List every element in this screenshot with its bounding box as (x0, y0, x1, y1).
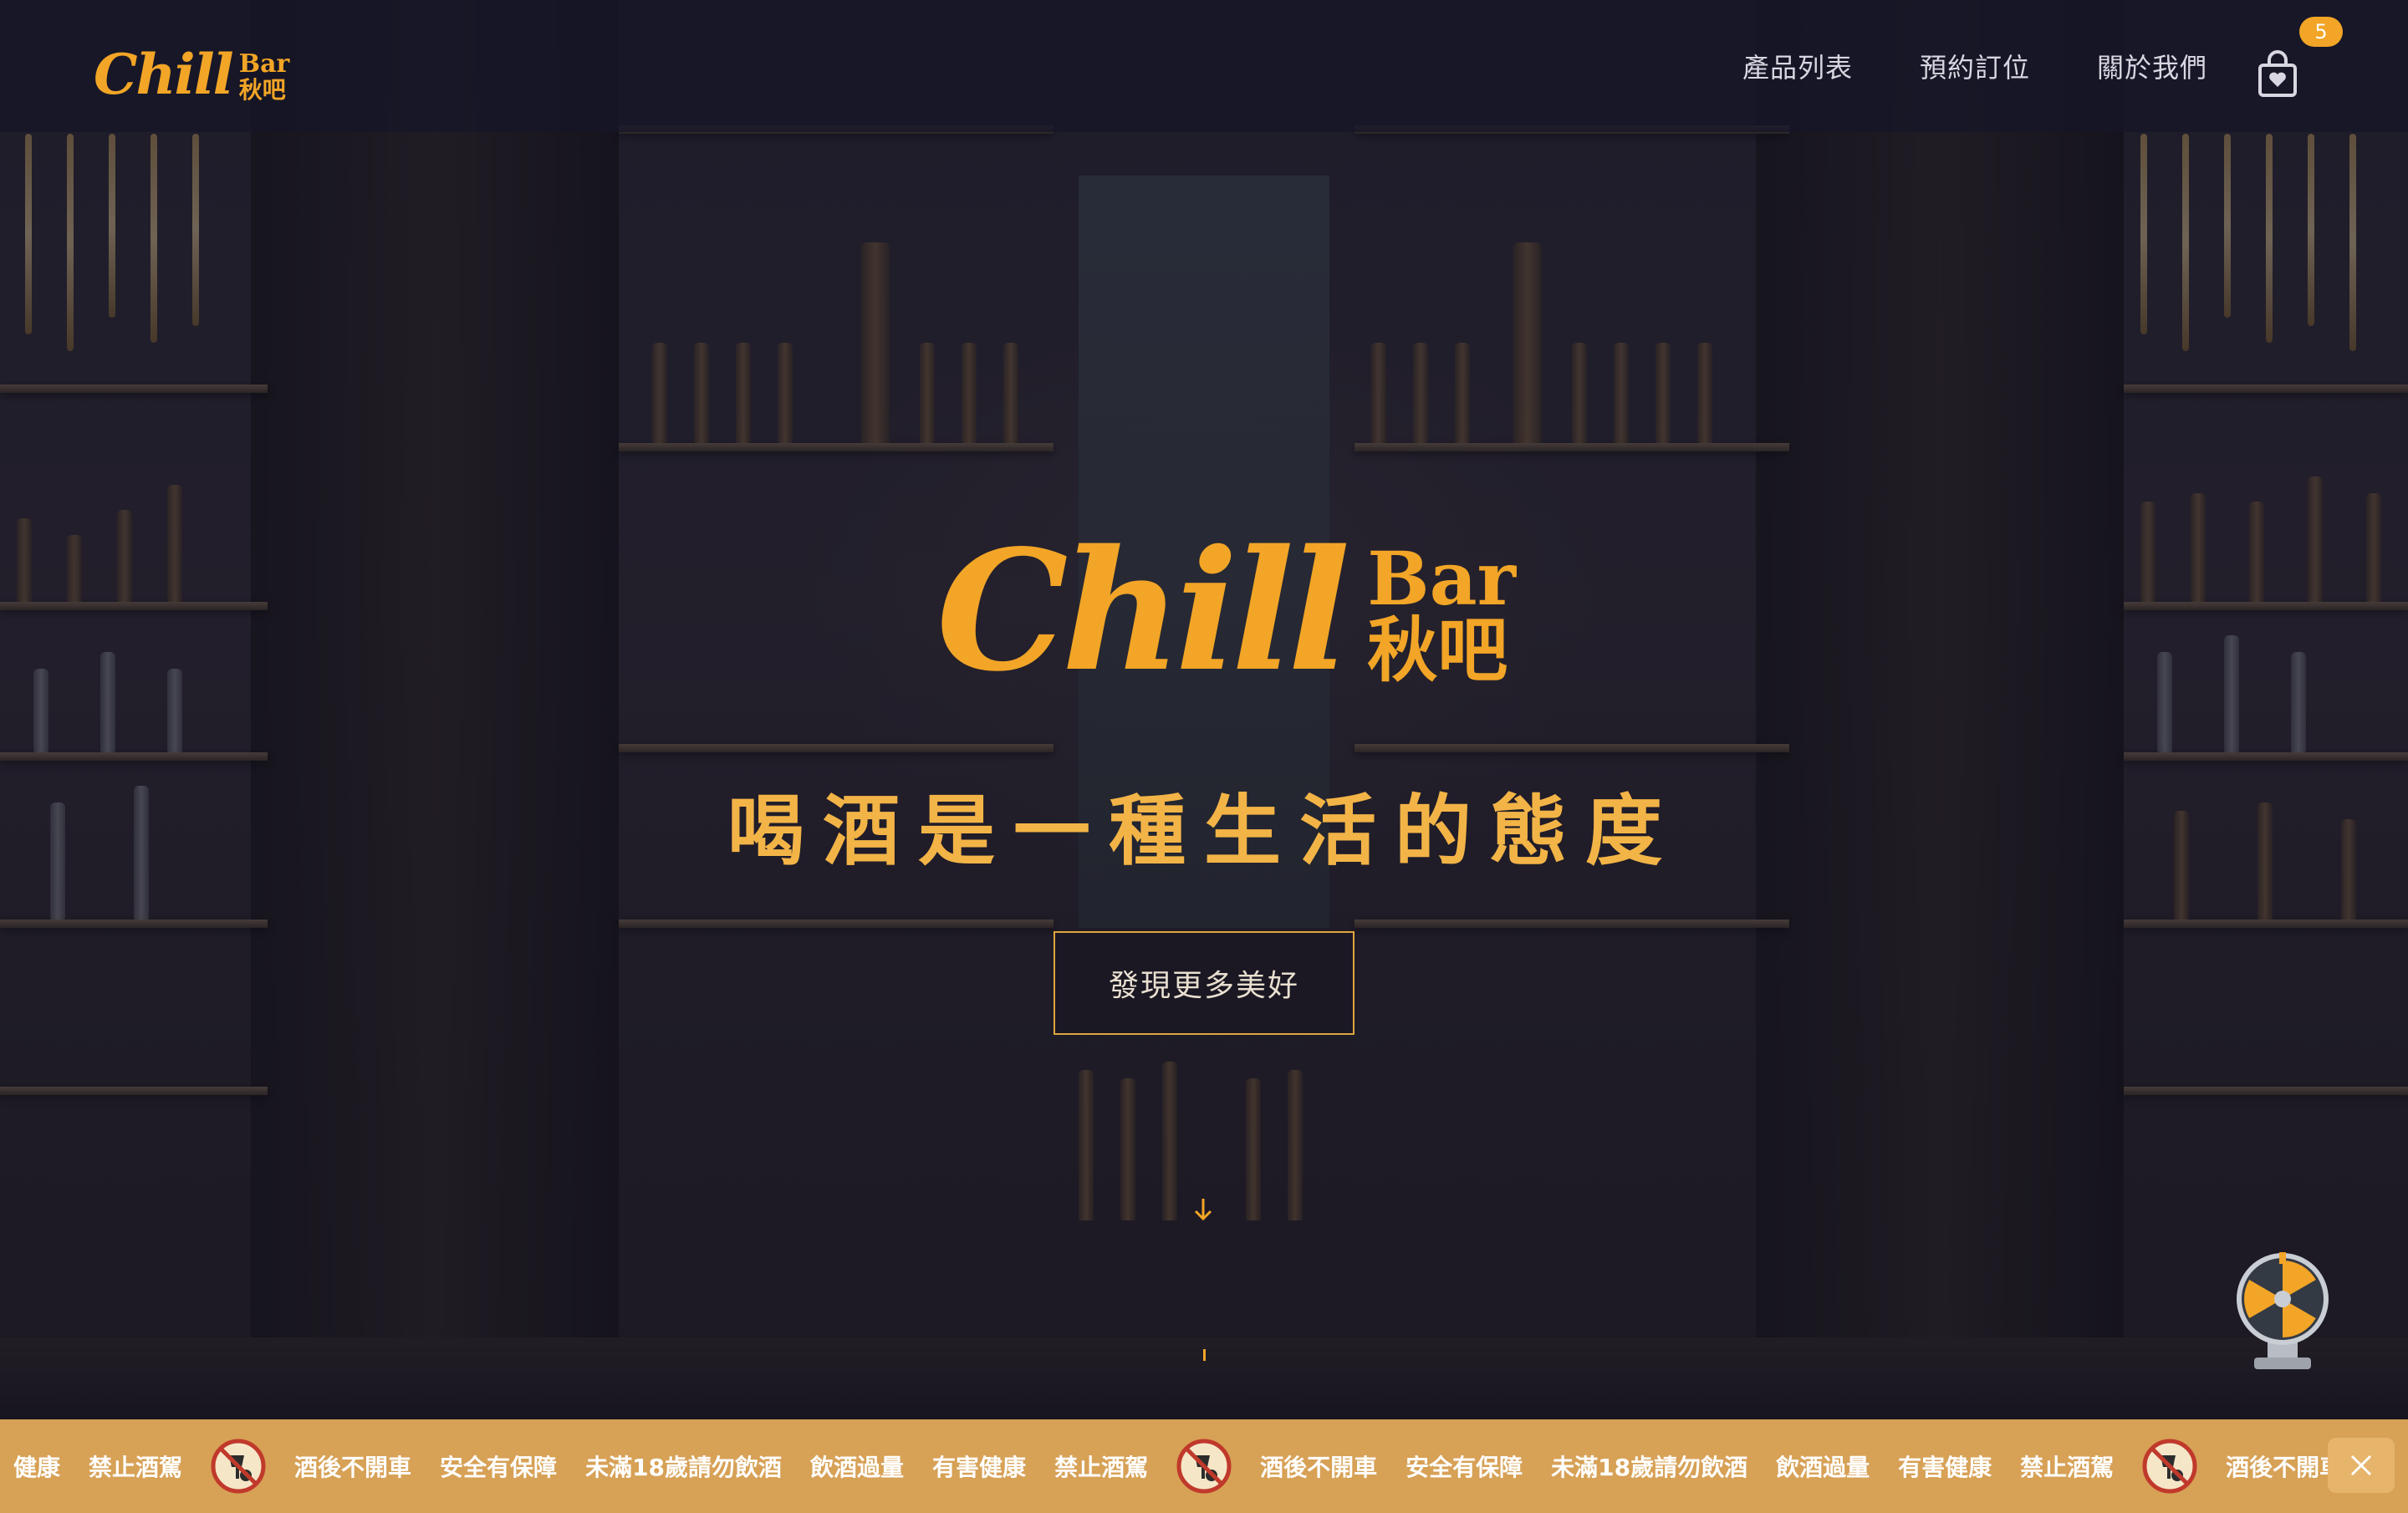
ticker-item: 飲酒過量 (1776, 1454, 1870, 1481)
ticker-item: 禁止酒駕 (2020, 1454, 2115, 1481)
arrow-down-icon[interactable] (1191, 1192, 1216, 1225)
no-drinking-driving-icon (211, 1439, 266, 1494)
hero-logo-bar-block: Bar 秋吧 (1367, 542, 1516, 685)
hero-logo-script: Chill (936, 512, 1350, 708)
close-icon[interactable] (2328, 1438, 2395, 1493)
shopping-bag-heart-icon[interactable] (2258, 50, 2298, 97)
warning-ticker: 健康 禁止酒駕 酒後不開車 安全有保障 未滿18歲請勿飲酒 飲酒過量 有害健康 … (0, 1419, 2408, 1513)
no-drinking-driving-icon (1176, 1439, 1232, 1494)
ticker-item: 有害健康 (1898, 1454, 1992, 1481)
lucky-wheel-icon[interactable] (2234, 1252, 2331, 1378)
cart-count-badge: 5 (2299, 17, 2343, 47)
site-header: Chill Bar 秋吧 產品列表 預約訂位 關於我們 5 (0, 0, 2408, 132)
background-overlay (0, 0, 2408, 1513)
ticker-track: 健康 禁止酒駕 酒後不開車 安全有保障 未滿18歲請勿飲酒 飲酒過量 有害健康 … (13, 1419, 2343, 1513)
logo-script: Chill (94, 42, 234, 107)
no-drinking-driving-icon (2142, 1439, 2197, 1494)
ticker-item: 安全有保障 (1406, 1454, 1523, 1481)
logo-bar-text: Bar (238, 49, 290, 79)
scroll-indicator (1203, 1349, 1206, 1361)
ticker-item: 禁止酒駕 (89, 1454, 183, 1481)
ticker-item: 健康 (13, 1454, 61, 1481)
main-nav: 產品列表 預約訂位 關於我們 (1742, 47, 2207, 85)
hero-logo-bar-text: Bar (1367, 535, 1516, 622)
ticker-item: 有害健康 (932, 1454, 1027, 1481)
ticker-item: 酒後不開車 (2226, 1454, 2344, 1481)
hero-background (0, 0, 2408, 1513)
hero-logo: Chill Bar 秋吧 (936, 512, 1516, 708)
hero-logo-chinese-text: 秋吧 (1367, 609, 1508, 691)
ticker-item: 未滿18歲請勿飲酒 (585, 1454, 783, 1481)
ticker-item: 飲酒過量 (810, 1454, 905, 1481)
nav-link-reservation[interactable]: 預約訂位 (1920, 47, 2030, 85)
nav-link-about[interactable]: 關於我們 (2097, 47, 2207, 85)
header-logo[interactable]: Chill Bar 秋吧 (94, 35, 289, 102)
ticker-item: 安全有保障 (440, 1454, 558, 1481)
ticker-item: 酒後不開車 (294, 1454, 412, 1481)
logo-chinese-text: 秋吧 (238, 76, 286, 104)
ticker-item: 禁止酒駕 (1054, 1454, 1149, 1481)
discover-more-button[interactable]: 發現更多美好 (1054, 931, 1354, 1035)
hero-tagline: 喝酒是一種生活的態度 (727, 786, 1681, 876)
ticker-item: 酒後不開車 (1260, 1454, 1378, 1481)
nav-link-products[interactable]: 產品列表 (1742, 47, 1853, 85)
logo-bar-block: Bar 秋吧 (239, 52, 290, 102)
ticker-item: 未滿18歲請勿飲酒 (1551, 1454, 1748, 1481)
